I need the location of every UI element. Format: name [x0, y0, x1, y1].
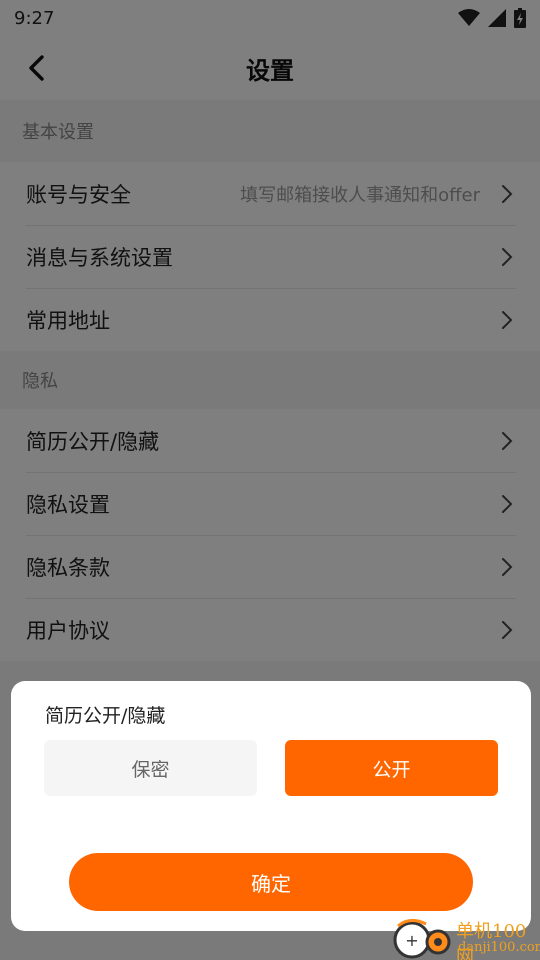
danji-logo-icon: + [393, 919, 451, 959]
dialog-title: 简历公开/隐藏 [45, 705, 166, 727]
watermark-en: danji100.com [458, 940, 540, 955]
option-public-button[interactable]: 公开 [285, 740, 498, 796]
resume-visibility-dialog: 简历公开/隐藏 保密 公开 确定 [11, 681, 531, 931]
watermark: + 单机100网 danji100.com [390, 914, 540, 960]
option-private-button[interactable]: 保密 [44, 740, 257, 796]
confirm-button[interactable]: 确定 [69, 853, 473, 911]
svg-text:+: + [405, 931, 418, 950]
